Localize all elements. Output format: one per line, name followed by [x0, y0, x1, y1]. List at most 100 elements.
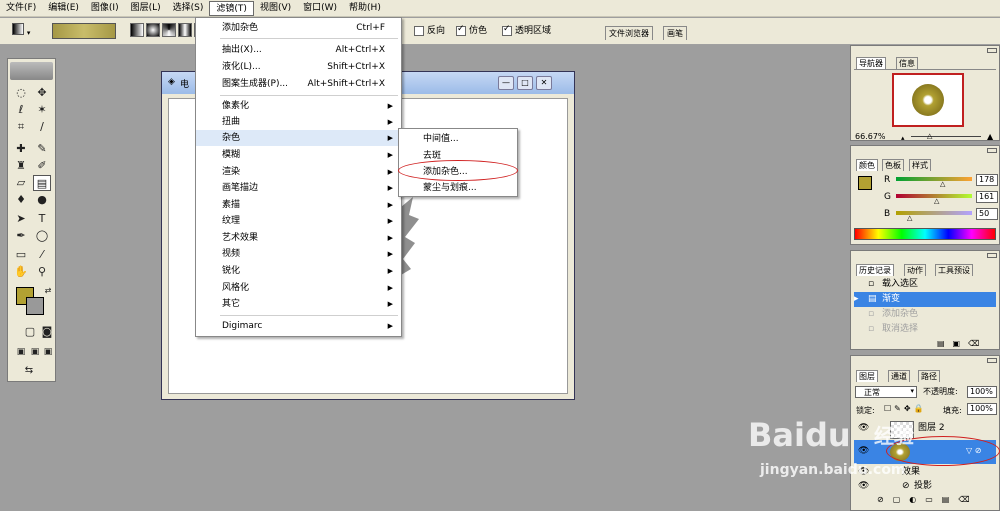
- menu-filter[interactable]: 滤镜(T): [209, 0, 254, 16]
- zoom-out-icon[interactable]: ▴: [901, 134, 905, 142]
- magic-wand-icon[interactable]: ✶: [33, 102, 51, 118]
- history-brush-icon[interactable]: ✐: [33, 158, 51, 174]
- shape-tool-icon[interactable]: ◯: [33, 228, 51, 244]
- zoom-slider-handle-icon[interactable]: △: [927, 132, 932, 140]
- transparency-option[interactable]: 透明区域: [502, 23, 551, 36]
- color-fg-swatch[interactable]: [858, 176, 872, 190]
- menu-item-render[interactable]: 渲染 ▶: [196, 164, 401, 180]
- jump-to-imageready-icon[interactable]: ⇆: [20, 363, 38, 379]
- reverse-checkbox[interactable]: [414, 25, 424, 36]
- tab-navigator[interactable]: 导航器: [856, 57, 886, 69]
- radial-gradient-icon[interactable]: [146, 23, 160, 37]
- menu-item-sketch[interactable]: 素描 ▶: [196, 197, 401, 213]
- panel-menu-icon[interactable]: [987, 148, 997, 153]
- swap-colors-icon[interactable]: ⇄: [39, 283, 57, 299]
- menu-item-brush-strokes[interactable]: 画笔描边 ▶: [196, 180, 401, 196]
- brush-tool-icon[interactable]: ✎: [33, 141, 51, 157]
- panel-menu-icon[interactable]: [987, 253, 997, 258]
- menu-select[interactable]: 选择(S): [167, 1, 210, 16]
- menu-item-dust-scratches[interactable]: 蒙尘与划痕...: [399, 180, 517, 196]
- standard-mode-icon[interactable]: ▢: [21, 324, 39, 340]
- menu-item-distort[interactable]: 扭曲 ▶: [196, 114, 401, 130]
- color-ramp[interactable]: [854, 228, 996, 240]
- blend-mode-select[interactable]: 正常 ▾: [855, 386, 917, 398]
- menu-layer[interactable]: 图层(L): [125, 1, 167, 16]
- notes-tool-icon[interactable]: ▭: [12, 247, 30, 263]
- history-item[interactable]: ▫ 载入选区: [854, 277, 996, 292]
- history-footer-buttons[interactable]: ▤▣⌫: [937, 339, 987, 348]
- tab-brushes[interactable]: 画笔: [663, 26, 687, 40]
- tab-channels[interactable]: 通道: [888, 370, 910, 382]
- reverse-option[interactable]: 反向: [414, 23, 445, 36]
- eraser-tool-icon[interactable]: ▱: [12, 175, 30, 191]
- photoshop-logo-icon[interactable]: [10, 62, 53, 80]
- panel-menu-icon[interactable]: [987, 48, 997, 53]
- dither-checkbox[interactable]: [456, 24, 466, 36]
- menu-item-other[interactable]: 其它 ▶: [196, 296, 401, 312]
- g-slider-handle-icon[interactable]: △: [934, 197, 939, 205]
- menu-item-artistic[interactable]: 艺术效果 ▶: [196, 230, 401, 246]
- tab-history[interactable]: 历史记录: [856, 264, 894, 276]
- tab-file-browser[interactable]: 文件浏览器: [605, 26, 653, 40]
- menu-item-stylize[interactable]: 风格化 ▶: [196, 280, 401, 296]
- lasso-tool-icon[interactable]: ℓ: [12, 102, 30, 118]
- tab-styles[interactable]: 样式: [909, 159, 931, 171]
- history-item[interactable]: ▫ 取消选择: [854, 322, 996, 337]
- b-value[interactable]: 50: [976, 208, 998, 220]
- menu-image[interactable]: 图像(I): [85, 1, 125, 16]
- menu-item-noise[interactable]: 杂色 ▶: [196, 130, 401, 146]
- gradient-tool-active-icon[interactable]: ▤: [33, 175, 51, 191]
- tab-color[interactable]: 颜色: [856, 159, 878, 171]
- zoom-slider[interactable]: [911, 136, 981, 137]
- blur-tool-icon[interactable]: ♦: [12, 192, 30, 208]
- menu-item-liquify[interactable]: 液化(L)... Shift+Ctrl+X: [196, 59, 401, 75]
- navigator-view-box[interactable]: [892, 73, 964, 127]
- menu-item-pixelate[interactable]: 像素化 ▶: [196, 98, 401, 114]
- background-color-swatch[interactable]: [26, 297, 44, 315]
- tab-paths[interactable]: 路径: [918, 370, 940, 382]
- menu-view[interactable]: 视图(V): [254, 1, 297, 16]
- tab-tool-presets[interactable]: 工具预设: [935, 264, 973, 276]
- b-slider-handle-icon[interactable]: △: [907, 214, 912, 222]
- tab-swatches[interactable]: 色板: [882, 159, 904, 171]
- tab-actions[interactable]: 动作: [904, 264, 926, 276]
- zoom-level[interactable]: 66.67%: [855, 132, 886, 141]
- pen-tool-icon[interactable]: ✒: [12, 228, 30, 244]
- menu-window[interactable]: 窗口(W): [297, 1, 343, 16]
- crop-tool-icon[interactable]: ⌗: [12, 119, 30, 135]
- lock-icons[interactable]: ☐✎✥🔒: [884, 404, 927, 413]
- dodge-tool-icon[interactable]: ●: [33, 192, 51, 208]
- menu-item-median[interactable]: 中间值...: [399, 131, 517, 147]
- menu-help[interactable]: 帮助(H): [343, 1, 387, 16]
- type-tool-icon[interactable]: T: [33, 211, 51, 227]
- zoom-tool-icon[interactable]: ⚲: [33, 264, 51, 280]
- marquee-tool-icon[interactable]: ◌: [12, 85, 30, 101]
- tool-preset-picker[interactable]: ▾: [12, 23, 42, 39]
- fill-field[interactable]: 100%: [967, 403, 997, 415]
- history-item[interactable]: ▸ ▤ 渐变: [854, 292, 996, 307]
- menu-item-sharpen[interactable]: 锐化 ▶: [196, 263, 401, 279]
- menu-item-texture[interactable]: 纹理 ▶: [196, 213, 401, 229]
- reflected-gradient-icon[interactable]: [178, 23, 192, 37]
- angle-gradient-icon[interactable]: [162, 23, 176, 37]
- r-slider-handle-icon[interactable]: △: [940, 180, 945, 188]
- menu-file[interactable]: 文件(F): [0, 1, 42, 16]
- screen-mode-3-icon[interactable]: ▣: [39, 344, 57, 360]
- transparency-checkbox[interactable]: [502, 24, 512, 36]
- opacity-field[interactable]: 100%: [967, 386, 997, 398]
- panel-menu-icon[interactable]: [987, 358, 997, 363]
- eyedropper-icon[interactable]: ⁄: [33, 247, 51, 263]
- hand-tool-icon[interactable]: ✋: [12, 264, 30, 280]
- g-value[interactable]: 161: [976, 191, 998, 203]
- navigator-preview[interactable]: [854, 69, 996, 129]
- menu-item-last-filter[interactable]: 添加杂色 Ctrl+F: [196, 20, 401, 36]
- gradient-picker[interactable]: [52, 23, 116, 39]
- quickmask-mode-icon[interactable]: ◙: [38, 324, 56, 340]
- linear-gradient-icon[interactable]: [130, 23, 144, 37]
- r-value[interactable]: 178: [976, 174, 998, 186]
- menu-edit[interactable]: 编辑(E): [42, 1, 85, 16]
- minimize-button[interactable]: —: [498, 76, 514, 90]
- menu-item-digimarc[interactable]: Digimarc ▶: [196, 318, 401, 334]
- tab-layers[interactable]: 图层: [856, 370, 878, 382]
- path-select-icon[interactable]: ➤: [12, 211, 30, 227]
